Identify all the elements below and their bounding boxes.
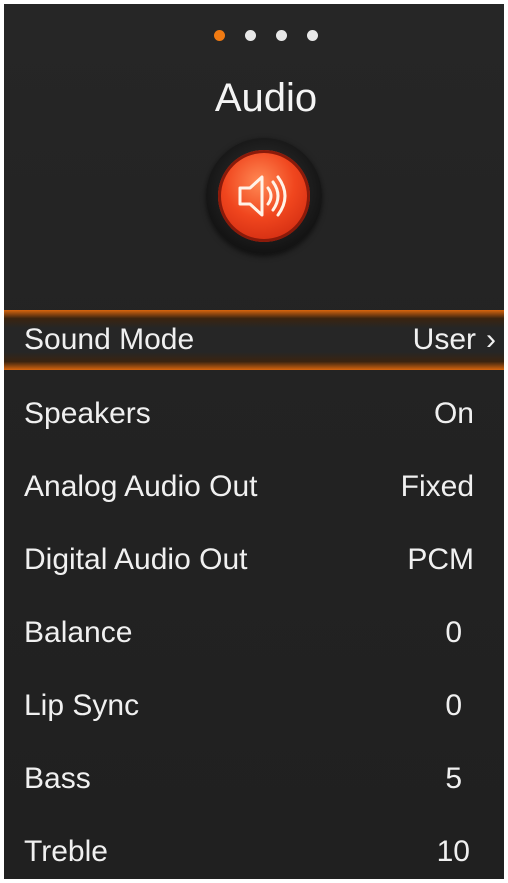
menu-item-speakers[interactable]: Speakers On bbox=[4, 377, 504, 450]
page-dot-active[interactable] bbox=[214, 30, 225, 41]
audio-menu: Sound Mode User › Speakers On Analog Audi… bbox=[4, 304, 504, 879]
menu-item-label: Speakers bbox=[24, 396, 151, 430]
menu-item-label: Digital Audio Out bbox=[24, 542, 248, 576]
page-dot[interactable] bbox=[245, 30, 256, 41]
menu-item-value: 0 bbox=[445, 615, 462, 649]
audio-settings-screen: Audio Sound Mode User › Speakers On Analo… bbox=[4, 4, 504, 879]
menu-item-value-text: User bbox=[412, 323, 476, 356]
menu-item-label: Treble bbox=[24, 834, 108, 868]
menu-item-treble[interactable]: Treble 10 bbox=[4, 815, 504, 879]
menu-item-balance[interactable]: Balance 0 bbox=[4, 596, 504, 669]
menu-item-value: Fixed bbox=[400, 469, 474, 503]
menu-item-value: 5 bbox=[445, 761, 462, 795]
menu-item-value: 0 bbox=[445, 688, 462, 722]
menu-item-lip-sync[interactable]: Lip Sync 0 bbox=[4, 669, 504, 742]
menu-item-label: Analog Audio Out bbox=[24, 469, 258, 503]
menu-item-analog-audio-out[interactable]: Analog Audio Out Fixed bbox=[4, 450, 504, 523]
menu-item-value: 10 bbox=[436, 834, 470, 868]
speaker-icon bbox=[206, 138, 322, 254]
speaker-glyph-icon bbox=[238, 175, 287, 217]
menu-item-value: On bbox=[433, 396, 474, 430]
menu-item-label: Bass bbox=[24, 761, 91, 795]
page-title: Audio bbox=[214, 76, 318, 120]
menu-item-label: Sound Mode bbox=[24, 323, 195, 356]
menu-item-label: Lip Sync bbox=[24, 688, 140, 722]
menu-item-bass[interactable]: Bass 5 bbox=[4, 742, 504, 815]
page-indicator bbox=[16, 30, 504, 41]
menu-item-label: Balance bbox=[24, 615, 133, 649]
menu-item-sound-mode[interactable]: Sound Mode User › bbox=[4, 310, 504, 370]
menu-item-value: PCM bbox=[407, 542, 474, 576]
page-dot[interactable] bbox=[307, 30, 318, 41]
chevron-right-icon: › bbox=[486, 323, 496, 356]
menu-item-value: User › bbox=[413, 323, 496, 357]
page-dot[interactable] bbox=[276, 30, 287, 41]
menu-item-digital-audio-out[interactable]: Digital Audio Out PCM bbox=[4, 523, 504, 596]
